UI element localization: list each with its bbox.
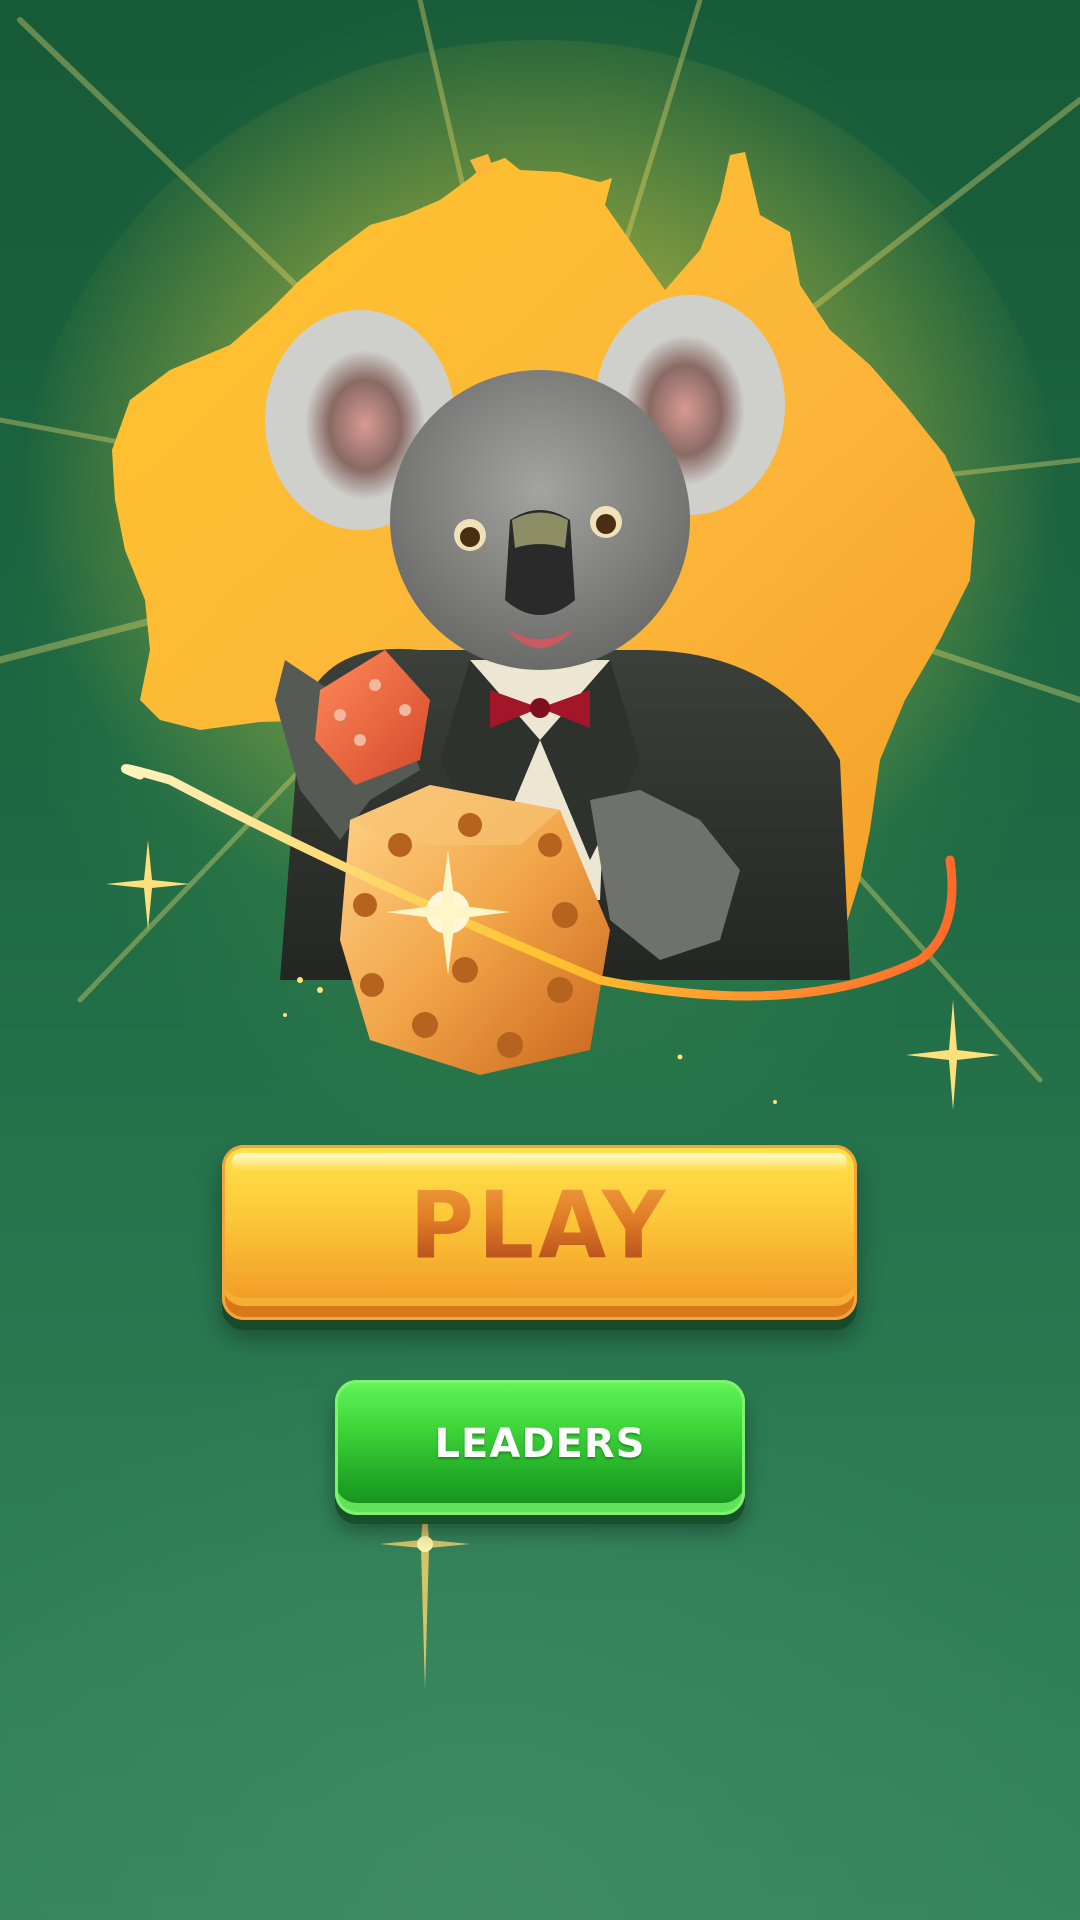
main-menu-screen: PLAY LEADERS [0, 0, 1080, 1920]
sparkle-icon [380, 1490, 470, 1690]
play-button-label: PLAY [409, 1171, 670, 1280]
leaders-button-label: LEADERS [434, 1420, 646, 1467]
hero-artwork [0, 0, 1080, 1110]
play-button[interactable]: PLAY [222, 1145, 857, 1320]
leaders-button[interactable]: LEADERS [335, 1380, 745, 1515]
